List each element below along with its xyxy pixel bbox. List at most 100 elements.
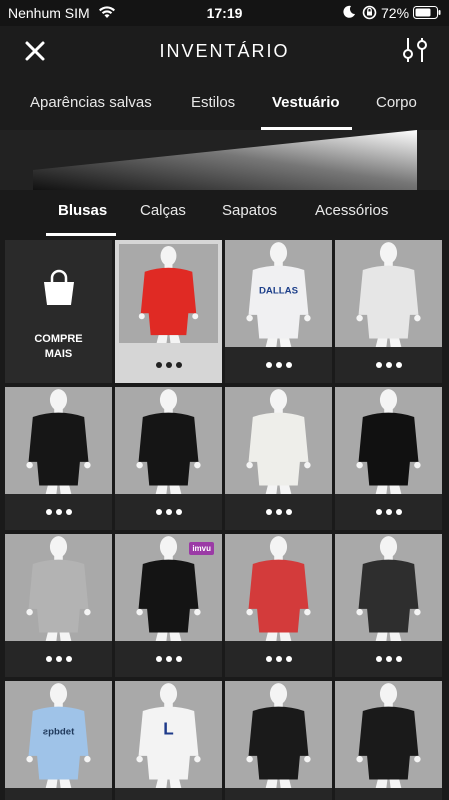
clothing-item-black-tank-top[interactable]	[335, 387, 442, 530]
ellipsis-dot-icon	[45, 509, 52, 515]
clothing-item-tattoo-arm-shirt[interactable]	[335, 240, 442, 383]
clothing-thumbnail[interactable]	[225, 681, 332, 788]
shop-more-tile[interactable]: COMPRE MAIS	[5, 240, 112, 383]
clothing-item-striped-shirt[interactable]	[335, 534, 442, 677]
battery-icon	[413, 6, 441, 19]
more-options-button[interactable]	[335, 641, 442, 677]
clothing-thumbnail[interactable]	[335, 681, 442, 788]
clothing-thumbnail[interactable]: ƨpbdet	[5, 681, 112, 788]
tab-styles[interactable]: Estilos	[191, 94, 235, 111]
clothing-thumbnail[interactable]	[225, 387, 332, 494]
more-options-button[interactable]	[5, 641, 112, 677]
clothing-item-white-l-tee[interactable]: L	[115, 681, 222, 800]
more-options-button[interactable]	[115, 788, 222, 800]
clothing-item-white-button-shirt[interactable]	[225, 387, 332, 530]
clothing-item-black-blazer[interactable]	[5, 387, 112, 530]
ellipsis-dot-icon	[155, 656, 162, 662]
clothing-thumbnail[interactable]	[335, 534, 442, 641]
mannequin-figure	[26, 389, 91, 494]
more-options-button[interactable]	[225, 347, 332, 383]
ellipsis-dot-icon	[175, 656, 182, 662]
ellipsis-dot-icon	[375, 656, 382, 662]
clothing-thumbnail[interactable]	[5, 534, 112, 641]
clothing-thumbnail[interactable]	[335, 240, 442, 347]
ellipsis-dot-icon	[395, 362, 402, 368]
subtab-tops[interactable]: Blusas	[58, 202, 107, 219]
shop-more-label: COMPRE MAIS	[34, 333, 83, 360]
mannequin-figure	[246, 536, 311, 641]
filter-sliders-icon[interactable]	[400, 35, 430, 65]
ellipsis-dot-icon	[275, 509, 282, 515]
clothing-thumbnail[interactable]: imvu	[115, 534, 222, 641]
more-options-button[interactable]	[335, 788, 442, 800]
more-options-button[interactable]	[5, 788, 112, 800]
moon-icon	[342, 5, 356, 19]
clothing-thumbnail[interactable]	[115, 387, 222, 494]
more-options-button[interactable]	[225, 641, 332, 677]
shirt-print-text: ƨpbdet	[43, 727, 75, 738]
mannequin-figure	[356, 683, 421, 788]
clothing-item-black-red-graphic-shirt[interactable]	[115, 387, 222, 530]
clothing-item-blue-hoodie[interactable]: ƨpbdet	[5, 681, 112, 800]
clothing-item-black-track-jacket[interactable]: imvu	[115, 534, 222, 677]
more-options-button[interactable]	[225, 494, 332, 530]
header: INVENTÁRIO	[0, 26, 449, 76]
mannequin-figure	[356, 242, 421, 347]
status-bar: Nenhum SIM 17:19 72%	[0, 0, 449, 26]
tab-clothing[interactable]: Vestuário	[272, 94, 340, 111]
ellipsis-dot-icon	[165, 509, 172, 515]
more-options-button[interactable]	[335, 494, 442, 530]
ellipsis-dot-icon	[285, 362, 292, 368]
tab-saved-looks[interactable]: Aparências salvas	[30, 94, 152, 111]
banner	[0, 130, 449, 190]
banner-gradient	[33, 130, 417, 190]
ellipsis-dot-icon	[175, 509, 182, 515]
clothing-thumbnail[interactable]	[335, 387, 442, 494]
ellipsis-dot-icon	[285, 509, 292, 515]
ellipsis-dot-icon	[265, 656, 272, 662]
clothing-item-red-bandana-jacket[interactable]	[115, 240, 222, 383]
clothing-item-black-graphic-tee[interactable]	[335, 681, 442, 800]
clothing-item-dallas-jersey[interactable]: DALLAS	[225, 240, 332, 383]
active-subtab-indicator	[46, 233, 116, 236]
rotation-lock-icon	[362, 5, 377, 20]
ellipsis-dot-icon	[275, 656, 282, 662]
mannequin-figure	[246, 683, 311, 788]
mannequin-figure: L	[136, 683, 201, 788]
category-tabs: Aparências salvas Estilos Vestuário Corp…	[0, 76, 449, 130]
subtab-shoes[interactable]: Sapatos	[222, 202, 277, 219]
clothing-thumbnail[interactable]: L	[115, 681, 222, 788]
clothing-item-black-tee[interactable]	[225, 681, 332, 800]
mannequin-figure	[136, 389, 201, 494]
clothing-thumbnail[interactable]	[225, 534, 332, 641]
tab-body[interactable]: Corpo	[376, 94, 417, 111]
clothing-item-gray-tank-top[interactable]	[5, 534, 112, 677]
ellipsis-dot-icon	[55, 656, 62, 662]
clothing-item-floral-shirt[interactable]	[225, 534, 332, 677]
more-options-button[interactable]	[115, 494, 222, 530]
ellipsis-dot-icon	[155, 362, 162, 368]
more-options-button[interactable]	[115, 641, 222, 677]
ellipsis-dot-icon	[265, 509, 272, 515]
clothing-thumbnail[interactable]: DALLAS	[225, 240, 332, 347]
ellipsis-dot-icon	[265, 362, 272, 368]
clothing-thumbnail[interactable]	[119, 244, 218, 343]
ellipsis-dot-icon	[395, 509, 402, 515]
subtab-pants[interactable]: Calças	[140, 202, 186, 219]
more-options-button[interactable]	[225, 788, 332, 800]
shopping-bag-icon	[39, 268, 79, 308]
ellipsis-dot-icon	[375, 362, 382, 368]
more-options-button[interactable]	[115, 347, 222, 383]
ellipsis-dot-icon	[175, 362, 182, 368]
mannequin-figure	[356, 536, 421, 641]
ellipsis-dot-icon	[55, 509, 62, 515]
subtab-accessories[interactable]: Acessórios	[315, 202, 388, 219]
more-options-button[interactable]	[5, 494, 112, 530]
mannequin-figure: ƨpbdet	[26, 683, 91, 788]
shirt-print-text: L	[163, 720, 173, 739]
more-options-button[interactable]	[335, 347, 442, 383]
ellipsis-dot-icon	[375, 509, 382, 515]
clothing-thumbnail[interactable]	[5, 387, 112, 494]
clothing-subtabs: Blusas Calças Sapatos Acessórios	[0, 190, 449, 236]
mannequin-figure	[138, 245, 199, 343]
